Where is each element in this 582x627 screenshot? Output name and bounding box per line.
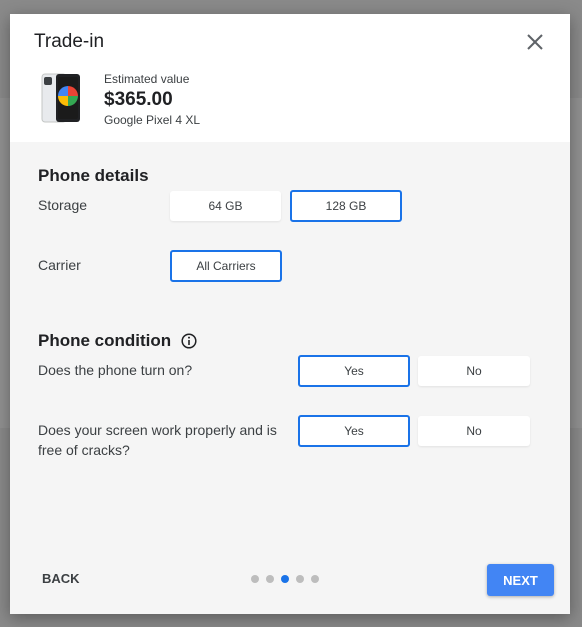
screen-ok-no-button[interactable]: No	[418, 416, 530, 446]
step-dot-active	[281, 575, 289, 583]
storage-label: Storage	[38, 197, 88, 213]
back-button[interactable]: BACK	[42, 571, 80, 586]
question-turn-on: Does the phone turn on?	[38, 362, 193, 378]
phone-condition-title: Phone condition	[38, 331, 172, 350]
carrier-label: Carrier	[38, 257, 81, 273]
turn-on-no-button[interactable]: No	[418, 356, 530, 386]
trade-in-dialog: Trade-in Estimated value $365.00 Google …	[10, 14, 570, 614]
screen-ok-yes-button[interactable]: Yes	[298, 415, 410, 447]
step-dot	[311, 575, 319, 583]
info-icon[interactable]	[181, 333, 197, 349]
step-dot	[266, 575, 274, 583]
step-dot	[251, 575, 259, 583]
phone-details-title: Phone details	[38, 166, 149, 185]
storage-option-64gb[interactable]: 64 GB	[170, 191, 281, 221]
turn-on-yes-button[interactable]: Yes	[298, 355, 410, 387]
dialog-header: Trade-in Estimated value $365.00 Google …	[10, 14, 570, 142]
estimated-value-label: Estimated value	[104, 72, 190, 86]
storage-option-128gb[interactable]: 128 GB	[290, 190, 402, 222]
close-icon[interactable]	[524, 31, 546, 53]
question-screen-condition: Does your screen work properly and is fr…	[38, 422, 277, 458]
carrier-option-all[interactable]: All Carriers	[170, 250, 282, 282]
phone-image	[41, 73, 80, 123]
step-dot	[296, 575, 304, 583]
next-button[interactable]: NEXT	[487, 564, 554, 596]
device-name: Google Pixel 4 XL	[104, 113, 201, 127]
dialog-title: Trade-in	[34, 31, 105, 52]
estimated-value: $365.00	[104, 89, 173, 110]
